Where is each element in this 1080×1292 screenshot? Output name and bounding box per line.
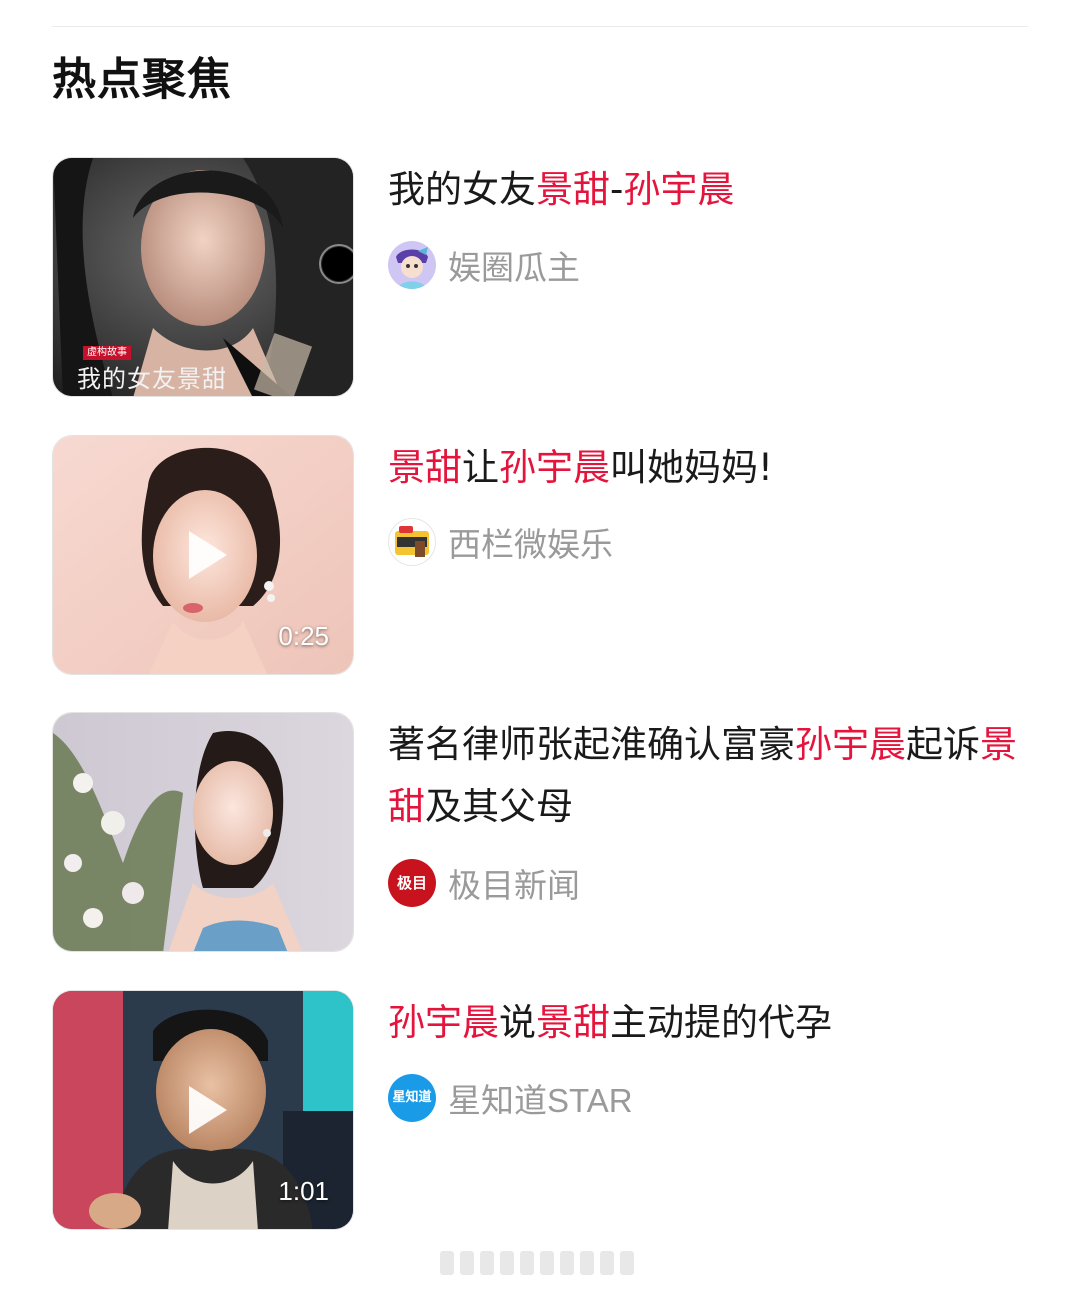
title-keyword: 孙宇晨: [795, 723, 906, 766]
watermark: [440, 1248, 650, 1278]
thumbnail-image-floral-portrait: [53, 713, 353, 951]
source-name: 极目新闻: [448, 866, 580, 905]
source-name: 星知道STAR: [448, 1082, 633, 1119]
news-title[interactable]: 我的女友景甜-孙宇晨: [388, 159, 1018, 221]
cartoon-avatar-icon: [388, 241, 436, 289]
title-keyword: 孙宇晨: [388, 1001, 499, 1044]
news-item[interactable]: 虚构故事 我的女友景甜 我的女友景甜-孙宇晨 娱圈瓜主: [52, 157, 1028, 397]
source-avatar: [388, 518, 436, 566]
news-thumbnail[interactable]: 0:25: [52, 435, 354, 675]
news-title[interactable]: 著名律师张起淮确认富豪孙宇晨起诉景甜及其父母: [388, 714, 1018, 838]
title-text: 起诉: [906, 723, 980, 766]
hot-topics-page: 热点聚焦 虚构故事 我的女友景甜 我的女友景甜-孙宇晨 娱圈瓜主 0:25 景甜…: [0, 0, 1080, 1292]
thumbnail-tag: 虚构故事: [83, 346, 131, 360]
video-duration: 1:01: [278, 1176, 329, 1206]
title-text: 让: [462, 446, 499, 489]
source-avatar: 极目: [388, 859, 436, 907]
news-thumbnail[interactable]: 1:01: [52, 990, 354, 1230]
source-avatar: 星知道: [388, 1074, 436, 1122]
news-source[interactable]: 极目 极目新闻: [388, 858, 580, 908]
title-text: 我的女友: [388, 168, 536, 211]
source-avatar: [388, 241, 436, 289]
news-thumbnail[interactable]: 虚构故事 我的女友景甜: [52, 157, 354, 397]
jimu-logo-text: 极目: [396, 874, 427, 892]
title-text: 说: [499, 1001, 536, 1044]
news-item[interactable]: 著名律师张起淮确认富豪孙宇晨起诉景甜及其父母 极目 极目新闻: [52, 712, 1028, 952]
news-source[interactable]: 西栏微娱乐: [388, 517, 613, 567]
title-text: 叫她妈妈!: [610, 446, 773, 489]
title-keyword: 景甜: [536, 1001, 610, 1044]
title-text: 著名律师张起淮确认富豪: [388, 723, 795, 766]
top-divider: [52, 26, 1028, 27]
play-icon[interactable]: [189, 531, 227, 579]
source-name: 西栏微娱乐: [448, 525, 613, 564]
thumbnail-caption: 我的女友景甜: [77, 365, 227, 393]
title-keyword: 景甜: [536, 168, 610, 211]
news-thumbnail[interactable]: [52, 712, 354, 952]
news-item[interactable]: 0:25 景甜让孙宇晨叫她妈妈! 西栏微娱乐: [52, 435, 1028, 675]
title-keyword: 景甜: [388, 446, 462, 489]
title-text: 及其父母: [425, 785, 573, 828]
news-source[interactable]: 娱圈瓜主: [388, 240, 580, 290]
title-text: -: [610, 168, 624, 211]
title-keyword: 孙宇晨: [499, 446, 610, 489]
title-text: 主动提的代孕: [610, 1001, 832, 1044]
section-title: 热点聚焦: [52, 54, 232, 105]
star-logo-text: 星知道: [392, 1090, 432, 1105]
news-title[interactable]: 孙宇晨说景甜主动提的代孕: [388, 992, 1018, 1054]
video-duration: 0:25: [278, 621, 329, 651]
thumbnail-image-dark-portrait: [53, 158, 353, 396]
news-source[interactable]: 星知道 星知道STAR: [388, 1073, 633, 1123]
news-title[interactable]: 景甜让孙宇晨叫她妈妈!: [388, 437, 1018, 499]
source-name: 娱圈瓜主: [448, 248, 580, 287]
news-item[interactable]: 1:01 孙宇晨说景甜主动提的代孕 星知道 星知道STAR: [52, 990, 1028, 1230]
play-icon[interactable]: [189, 1086, 227, 1134]
xilan-logo-icon: [395, 526, 429, 557]
title-keyword: 孙宇晨: [623, 168, 735, 211]
